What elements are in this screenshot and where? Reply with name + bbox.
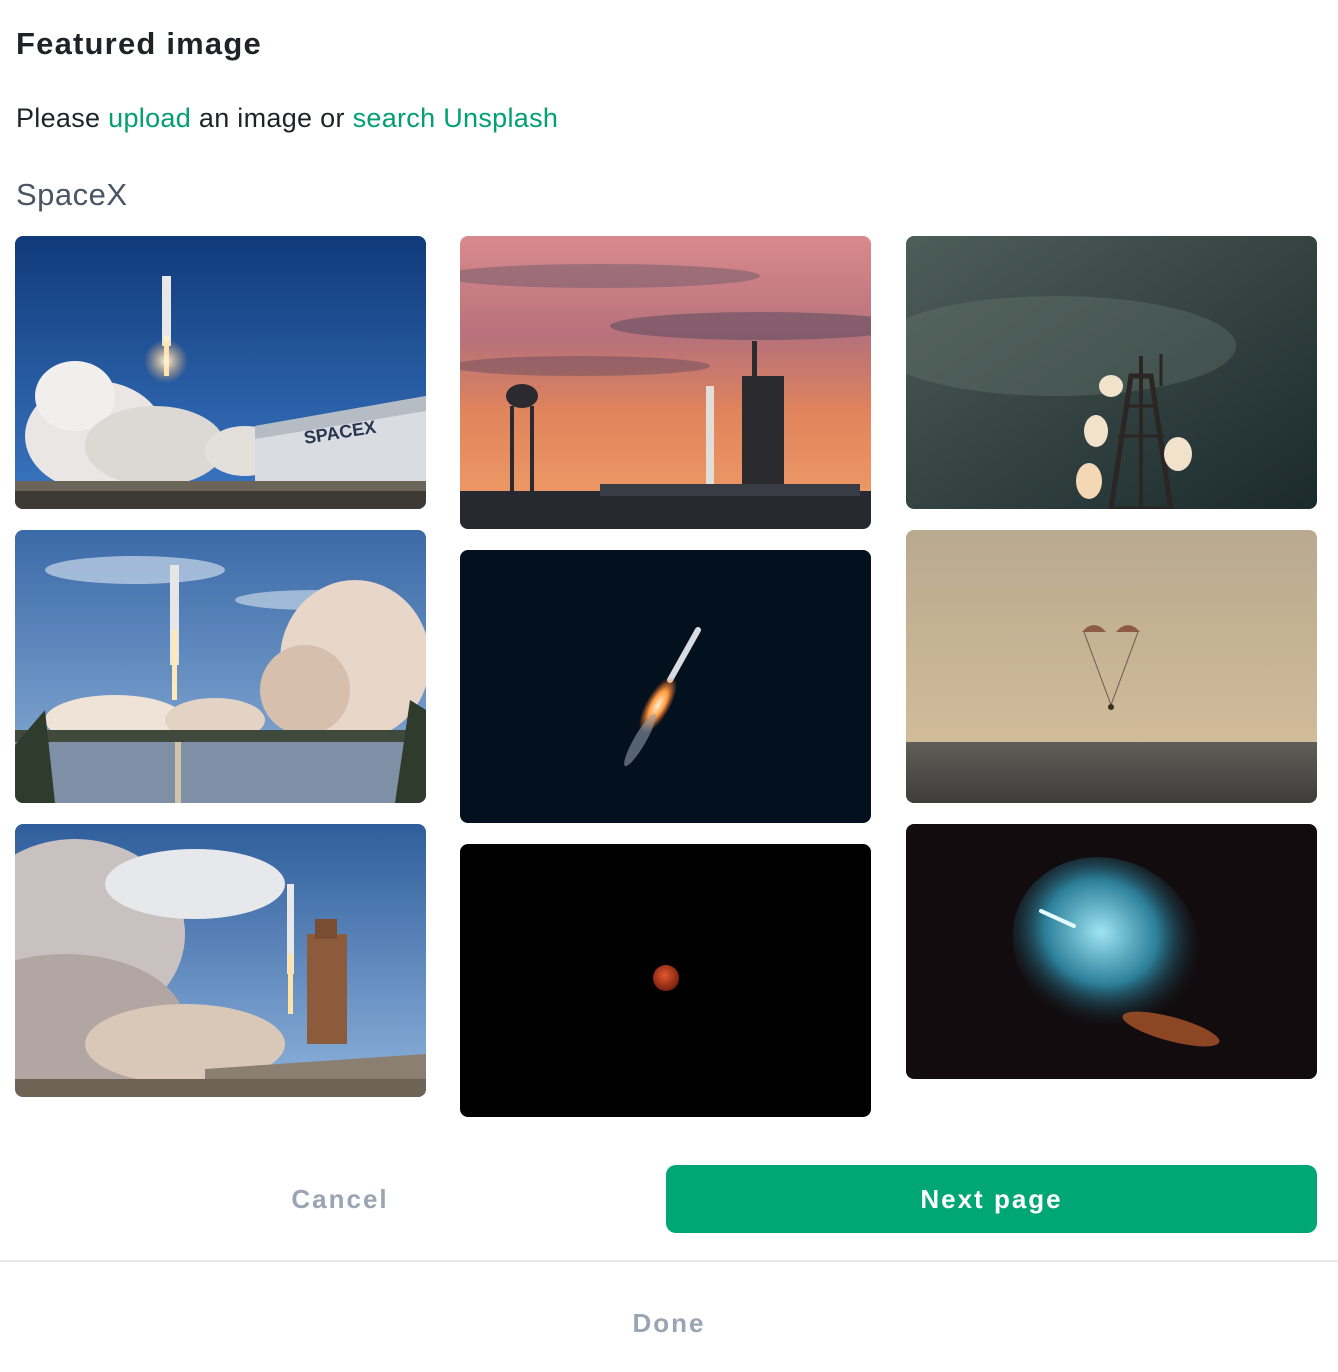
footer-divider (0, 1260, 1338, 1262)
gallery-image-4[interactable] (15, 530, 426, 803)
modal-title: Featured image (16, 26, 262, 61)
search-query-heading: SpaceX (16, 177, 128, 212)
next-page-button[interactable]: Next page (666, 1165, 1317, 1233)
cancel-button[interactable]: Cancel (16, 1165, 664, 1233)
gallery-image-6[interactable] (906, 530, 1317, 803)
intro-prefix: Please (16, 103, 101, 133)
gallery-image-1[interactable]: SPACEX (15, 236, 426, 509)
gallery-image-8[interactable] (460, 844, 871, 1117)
gallery-image-9[interactable] (906, 824, 1317, 1079)
gallery-image-2[interactable] (460, 236, 871, 529)
intro-text: Please upload an image or search Unsplas… (16, 103, 558, 134)
gallery-image-3[interactable] (906, 236, 1317, 509)
upload-link[interactable]: upload (108, 103, 191, 133)
intro-middle: an image or (198, 103, 345, 133)
gallery-image-7[interactable] (15, 824, 426, 1097)
gallery-image-5[interactable] (460, 550, 871, 823)
done-button[interactable]: Done (0, 1290, 1338, 1356)
search-unsplash-link[interactable]: search Unsplash (353, 103, 559, 133)
